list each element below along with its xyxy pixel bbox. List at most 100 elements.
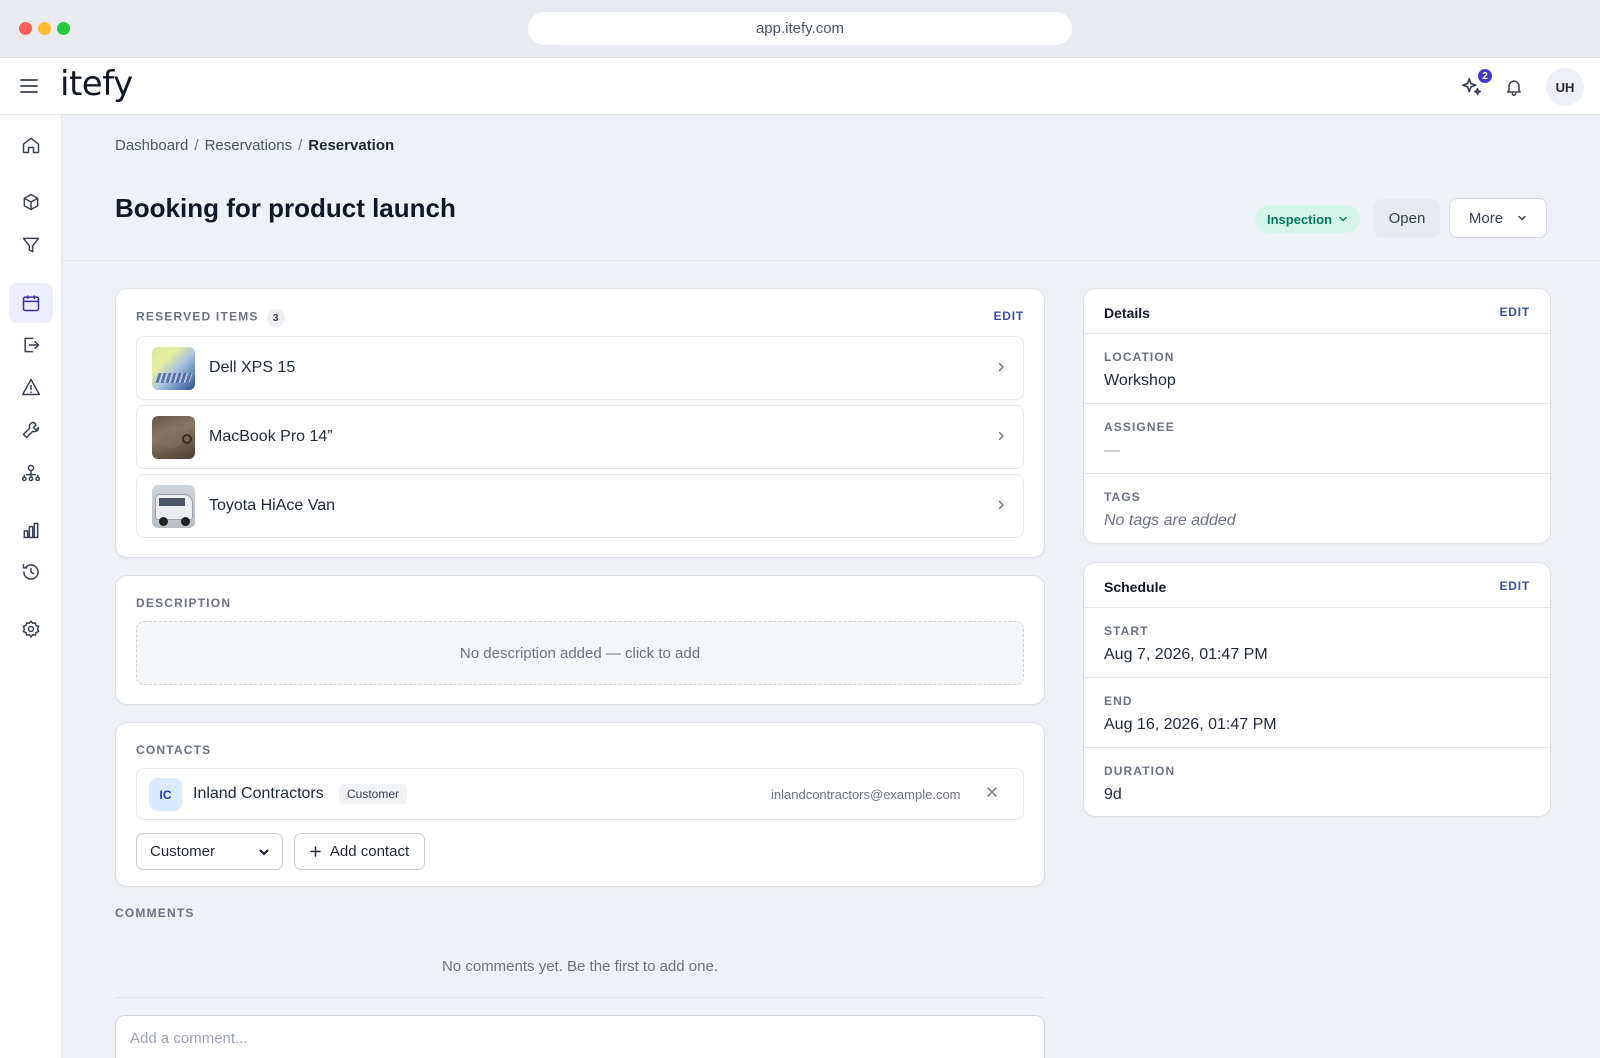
browser-chrome: app.itefy.com [0, 0, 1600, 58]
assignee-field: ASSIGNEE — [1084, 403, 1550, 473]
address-bar[interactable]: app.itefy.com [528, 12, 1072, 45]
whats-new-button[interactable]: 2 [1459, 68, 1493, 100]
description-label: DESCRIPTION [136, 596, 232, 610]
wrench-icon [22, 421, 40, 439]
status-label: Inspection [1267, 211, 1333, 227]
checkout-icon [24, 337, 40, 353]
location-label: LOCATION [1104, 350, 1175, 364]
sidebar-item-history[interactable] [9, 552, 53, 592]
filter-icon [22, 237, 40, 253]
chart-icon [23, 522, 39, 539]
menu-toggle-button[interactable] [18, 75, 40, 97]
hamburger-icon [20, 79, 38, 93]
more-button[interactable]: More [1449, 198, 1547, 238]
duration-value: 9d [1104, 786, 1122, 803]
reserved-items-card: RESERVED ITEMS 3 EDIT Dell XPS 15 MacBook… [115, 288, 1045, 558]
tags-field: TAGS No tags are added [1084, 473, 1550, 543]
chevron-down-icon [1339, 216, 1347, 222]
item-name: Toyota HiAce Van [209, 497, 335, 514]
open-button-label: Open [1388, 210, 1426, 227]
minimize-window-button[interactable] [38, 22, 51, 35]
contact-role-select[interactable]: Customer [136, 833, 283, 870]
contact-email[interactable]: inlandcontractors@example.com [771, 787, 961, 802]
comments-divider [115, 997, 1045, 998]
history-icon [22, 563, 39, 580]
remove-contact-button[interactable] [985, 785, 999, 799]
comments-label: COMMENTS [115, 906, 195, 920]
sidebar-item-reservations[interactable] [9, 283, 53, 323]
calendar-icon [22, 295, 40, 312]
location-field: LOCATION Workshop [1084, 333, 1550, 403]
comments-empty-state: No comments yet. Be the first to add one… [442, 958, 718, 975]
home-icon [22, 137, 40, 154]
open-button[interactable]: Open [1374, 199, 1440, 238]
close-icon [987, 787, 997, 797]
breadcrumb: Dashboard / Reservations / Reservation [115, 137, 394, 154]
reserved-item-row[interactable]: Toyota HiAce Van [136, 474, 1024, 538]
comment-input[interactable]: Add a comment... [115, 1015, 1045, 1058]
schedule-title: Schedule [1104, 579, 1167, 595]
breadcrumb-reservations[interactable]: Reservations [205, 137, 293, 154]
plus-icon [310, 846, 321, 857]
breadcrumb-dashboard[interactable]: Dashboard [115, 137, 188, 154]
start-field: START Aug 7, 2026, 01:47 PM [1084, 607, 1550, 677]
maximize-window-button[interactable] [57, 22, 70, 35]
page-title: Booking for product launch [115, 193, 456, 223]
sidebar-item-checkouts[interactable] [9, 325, 53, 365]
end-value: Aug 16, 2026, 01:47 PM [1104, 716, 1277, 733]
reserved-items-header: RESERVED ITEMS 3 [136, 309, 285, 327]
user-avatar[interactable]: UH [1546, 68, 1584, 106]
details-title: Details [1104, 305, 1150, 321]
contacts-label: CONTACTS [136, 743, 212, 757]
tags-label: TAGS [1104, 490, 1141, 504]
tags-value: No tags are added [1104, 512, 1236, 529]
header-divider [62, 260, 1600, 261]
end-field: END Aug 16, 2026, 01:47 PM [1084, 677, 1550, 747]
url-text: app.itefy.com [755, 20, 845, 37]
close-window-button[interactable] [19, 22, 32, 35]
breadcrumb-separator: / [194, 137, 199, 154]
details-edit-link[interactable]: EDIT [1499, 305, 1530, 319]
contact-row[interactable]: IC Inland Contractors Customer inlandcon… [136, 768, 1024, 820]
add-contact-button[interactable]: Add contact [294, 833, 425, 870]
sidebar-item-items[interactable] [9, 182, 53, 222]
start-label: START [1104, 624, 1149, 638]
location-value: Workshop [1104, 372, 1176, 389]
app-header: itefy 2 UH [0, 58, 1600, 115]
status-dropdown[interactable]: Inspection [1255, 205, 1361, 233]
duration-field: DURATION 9d [1084, 747, 1550, 817]
assignee-label: ASSIGNEE [1104, 420, 1175, 434]
chevron-down-icon [1518, 215, 1526, 221]
item-thumbnail [152, 347, 195, 390]
item-thumbnail [152, 416, 195, 459]
contact-role-badge: Customer [339, 784, 408, 804]
sidebar-item-settings[interactable] [9, 609, 53, 649]
duration-label: DURATION [1104, 764, 1176, 778]
reserved-items-edit-link[interactable]: EDIT [993, 309, 1024, 323]
reserved-item-row[interactable]: Dell XPS 15 [136, 336, 1024, 400]
chevron-down-icon [259, 849, 269, 855]
chevron-right-icon [998, 500, 1004, 510]
settings-icon [22, 620, 40, 638]
reserved-items-count: 3 [266, 309, 285, 327]
alert-icon [21, 378, 41, 396]
sidebar-item-filters[interactable] [9, 225, 53, 265]
notifications-button[interactable] [1501, 74, 1527, 100]
description-card: DESCRIPTION No description added — click… [115, 575, 1045, 705]
description-empty-state[interactable]: No description added — click to add [136, 621, 1024, 685]
sidebar-item-maintenance[interactable] [9, 410, 53, 450]
end-label: END [1104, 694, 1133, 708]
users-icon [21, 464, 41, 482]
reserved-items-label: RESERVED ITEMS [136, 309, 259, 324]
reserved-item-row[interactable]: MacBook Pro 14” [136, 405, 1024, 469]
app-logo[interactable]: itefy [60, 64, 133, 104]
sidebar-item-home[interactable] [9, 125, 53, 165]
sidebar-item-reports[interactable] [9, 510, 53, 550]
item-name: MacBook Pro 14” [209, 428, 333, 445]
sidebar-nav [0, 115, 62, 1058]
sidebar-item-alerts[interactable] [9, 367, 53, 407]
sidebar-item-team[interactable] [9, 453, 53, 493]
item-name: Dell XPS 15 [209, 359, 296, 376]
contact-role-select-value: Customer [150, 843, 216, 860]
schedule-edit-link[interactable]: EDIT [1499, 579, 1530, 593]
